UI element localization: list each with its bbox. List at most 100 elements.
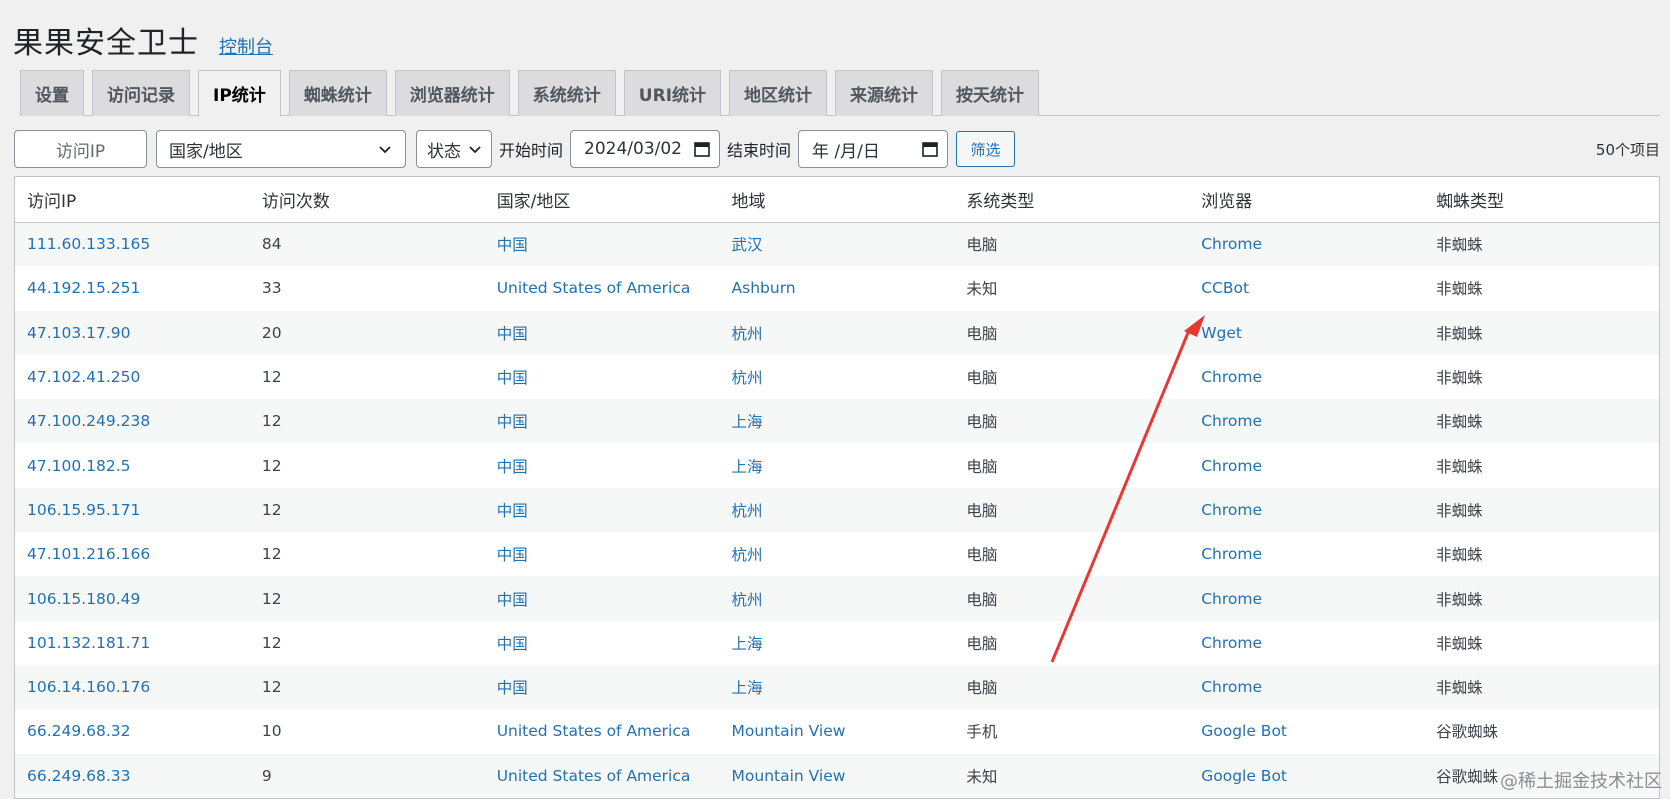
cell-ip[interactable]: 47.101.216.166: [15, 532, 250, 577]
cell-ip[interactable]: 106.14.160.176: [15, 664, 250, 710]
cell-spider: 非蜘蛛: [1424, 487, 1659, 533]
cell-country[interactable]: United States of America: [484, 266, 720, 311]
cell-country[interactable]: 中国: [484, 487, 720, 533]
end-time-label: 结束时间: [727, 141, 792, 160]
cell-ip[interactable]: 47.100.182.5: [15, 443, 250, 488]
cell-region[interactable]: Mountain View: [719, 709, 955, 754]
cell-region[interactable]: 武汉: [719, 222, 955, 267]
cell-country[interactable]: 中国: [484, 443, 720, 488]
cell-country[interactable]: 中国: [484, 354, 720, 400]
cell-system: 手机: [954, 709, 1190, 754]
end-date-input[interactable]: 年 /月/日: [798, 130, 949, 168]
cell-region[interactable]: 上海: [719, 620, 955, 665]
column-header-system[interactable]: 系统类型: [954, 177, 1190, 223]
cell-browser[interactable]: Chrome: [1189, 443, 1425, 488]
cell-visits: 12: [249, 576, 485, 621]
cell-visits: 12: [249, 487, 485, 533]
calendar-icon[interactable]: [693, 140, 711, 158]
cell-system: 电脑: [954, 310, 1190, 355]
ip-stats-table: 访问IP 访问次数 国家/地区 地域 系统类型 浏览器 蜘蛛类型 111.60.…: [14, 176, 1660, 799]
cell-browser[interactable]: Chrome: [1189, 399, 1425, 444]
cell-country[interactable]: 中国: [484, 310, 720, 355]
cell-region[interactable]: Mountain View: [719, 753, 955, 798]
cell-region[interactable]: 上海: [719, 664, 955, 710]
tab-visit-log[interactable]: 访问记录: [92, 70, 190, 116]
cell-ip[interactable]: 111.60.133.165: [15, 222, 250, 267]
cell-ip[interactable]: 101.132.181.71: [15, 620, 250, 665]
calendar-icon[interactable]: [921, 140, 939, 158]
ip-input[interactable]: 访问IP: [14, 130, 147, 168]
cell-country[interactable]: 中国: [484, 532, 720, 577]
cell-region[interactable]: 上海: [719, 399, 955, 444]
cell-browser[interactable]: Chrome: [1189, 487, 1425, 533]
tab-browser-stats[interactable]: 浏览器统计: [394, 70, 510, 116]
cell-browser[interactable]: Chrome: [1189, 664, 1425, 710]
cell-country[interactable]: 中国: [484, 620, 720, 665]
cell-ip[interactable]: 106.15.95.171: [15, 487, 250, 533]
cell-country[interactable]: 中国: [484, 399, 720, 444]
table-row: 66.249.68.33 9 United States of America Mou…: [15, 753, 1659, 798]
tab-spider-stats[interactable]: 蜘蛛统计: [288, 70, 387, 116]
cell-system: 电脑: [954, 620, 1190, 665]
cell-region[interactable]: 杭州: [719, 310, 955, 355]
cell-ip[interactable]: 47.100.249.238: [15, 399, 250, 444]
column-header-browser[interactable]: 浏览器: [1189, 177, 1425, 223]
cell-spider: 非蜘蛛: [1424, 664, 1659, 710]
cell-browser[interactable]: Chrome: [1189, 354, 1425, 400]
country-select[interactable]: 国家/地区: [156, 130, 406, 168]
cell-region[interactable]: Ashburn: [719, 266, 955, 311]
cell-region[interactable]: 杭州: [719, 354, 955, 400]
column-header-region[interactable]: 地域: [719, 177, 955, 223]
tab-daily-stats[interactable]: 按天统计: [941, 70, 1040, 116]
tab-source-stats[interactable]: 来源统计: [835, 70, 934, 116]
column-header-visits[interactable]: 访问次数: [249, 177, 485, 223]
cell-visits: 12: [249, 399, 485, 444]
status-select[interactable]: 状态: [416, 130, 492, 168]
start-date-input[interactable]: 2024/03/02: [570, 130, 721, 168]
cell-browser[interactable]: Chrome: [1189, 222, 1425, 267]
cell-country[interactable]: 中国: [484, 576, 720, 621]
cell-ip[interactable]: 47.103.17.90: [15, 310, 250, 355]
column-header-spider[interactable]: 蜘蛛类型: [1424, 177, 1659, 223]
table-row: 47.102.41.250 12 中国 杭州 电脑 Chrome 非蜘蛛: [15, 354, 1659, 400]
cell-spider: 非蜘蛛: [1424, 532, 1659, 577]
tab-region-stats[interactable]: 地区统计: [729, 70, 828, 116]
cell-browser[interactable]: Chrome: [1189, 532, 1425, 577]
cell-browser[interactable]: Chrome: [1189, 620, 1425, 665]
cell-browser[interactable]: Google Bot: [1189, 753, 1425, 798]
cell-ip[interactable]: 66.249.68.33: [15, 753, 250, 798]
table-row: 111.60.133.165 84 中国 武汉 电脑 Chrome 非蜘蛛: [15, 222, 1659, 267]
tab-uri-stats[interactable]: URI统计: [623, 70, 722, 116]
cell-system: 电脑: [954, 399, 1190, 444]
cell-system: 未知: [954, 266, 1190, 311]
cell-region[interactable]: 上海: [719, 443, 955, 488]
cell-browser[interactable]: Wget: [1189, 310, 1425, 355]
filter-button[interactable]: 筛选: [956, 131, 1016, 167]
cell-region[interactable]: 杭州: [719, 576, 955, 621]
chevron-down-icon: [469, 146, 481, 154]
table-row: 47.101.216.166 12 中国 杭州 电脑 Chrome 非蜘蛛: [15, 532, 1659, 577]
table-row: 47.100.182.5 12 中国 上海 电脑 Chrome 非蜘蛛: [15, 443, 1659, 488]
tab-system-stats[interactable]: 系统统计: [517, 70, 616, 116]
cell-ip[interactable]: 44.192.15.251: [15, 266, 250, 311]
column-header-ip[interactable]: 访问IP: [15, 177, 250, 223]
cell-country[interactable]: 中国: [484, 222, 720, 267]
cell-country[interactable]: United States of America: [484, 709, 720, 754]
column-header-country[interactable]: 国家/地区: [484, 177, 720, 223]
cell-ip[interactable]: 106.15.180.49: [15, 576, 250, 621]
cell-browser[interactable]: CCBot: [1189, 266, 1425, 311]
cell-ip[interactable]: 66.249.68.32: [15, 709, 250, 754]
cell-browser[interactable]: Chrome: [1189, 576, 1425, 621]
cell-region[interactable]: 杭州: [719, 487, 955, 533]
cell-visits: 84: [249, 222, 485, 267]
cell-ip[interactable]: 47.102.41.250: [15, 354, 250, 400]
cell-browser[interactable]: Google Bot: [1189, 709, 1425, 754]
cell-country[interactable]: United States of America: [484, 753, 720, 798]
console-link[interactable]: 控制台: [219, 33, 273, 59]
tab-settings[interactable]: 设置: [20, 70, 84, 116]
cell-region[interactable]: 杭州: [719, 532, 955, 577]
cell-country[interactable]: 中国: [484, 664, 720, 710]
filter-toolbar: 访问IP 国家/地区 状态 开始时间 2024/03/02 结束时间 年 /月/…: [14, 130, 1660, 168]
tab-ip-stats[interactable]: IP统计: [198, 70, 281, 117]
ip-input-placeholder: 访问IP: [55, 141, 106, 162]
